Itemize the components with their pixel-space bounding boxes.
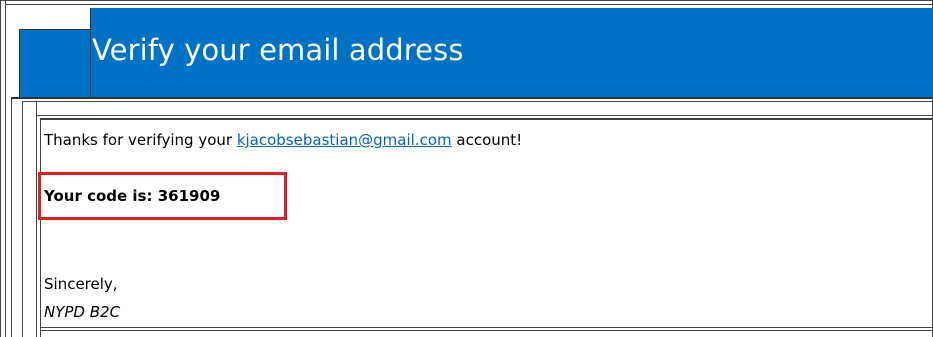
frame-line xyxy=(40,118,41,337)
signature: NYPD B2C xyxy=(44,303,121,321)
frame-line xyxy=(5,4,933,5)
frame-line xyxy=(22,101,23,337)
frame-line xyxy=(40,330,933,331)
email-body: Thanks for verifying your kjacobsebastia… xyxy=(44,129,924,321)
thanks-prefix: Thanks for verifying your xyxy=(44,131,237,149)
frame-line xyxy=(36,115,933,116)
header-stripe xyxy=(19,8,91,30)
frame-line xyxy=(22,101,933,102)
thanks-text: Thanks for verifying your kjacobsebastia… xyxy=(44,129,924,151)
frame-line xyxy=(19,29,91,30)
closing-text: Sincerely, xyxy=(44,275,118,293)
email-title: Verify your email address xyxy=(92,33,464,67)
frame-line xyxy=(11,97,932,99)
frame-line xyxy=(0,0,933,1)
frame-line xyxy=(11,99,12,337)
email-link[interactable]: kjacobsebastian@gmail.com xyxy=(237,131,452,149)
frame-line xyxy=(0,0,1,337)
frame-line xyxy=(40,118,933,120)
frame-line xyxy=(40,327,933,328)
frame-line xyxy=(5,0,6,337)
frame-line xyxy=(90,8,91,97)
thanks-suffix: account! xyxy=(451,131,523,149)
code-highlight-box xyxy=(38,172,287,220)
frame-line xyxy=(36,101,37,337)
